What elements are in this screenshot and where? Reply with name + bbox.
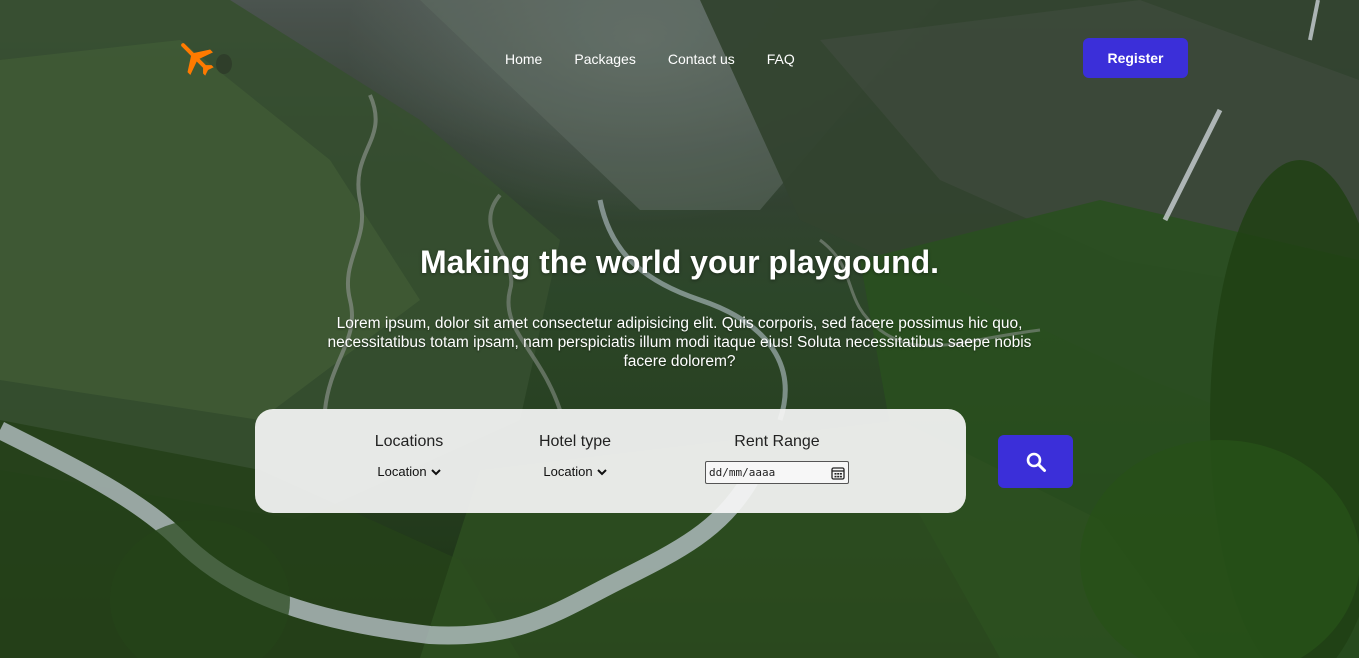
chevron-down-icon [596, 468, 607, 475]
logo[interactable] [176, 38, 240, 82]
locations-label: Locations [374, 433, 444, 450]
register-button[interactable]: Register [1083, 38, 1188, 78]
calendar-icon[interactable] [831, 466, 845, 480]
main-nav: Home Packages Contact us FAQ [505, 50, 795, 68]
airplane-icon [181, 43, 232, 76]
hero-description: Lorem ipsum, dolor sit amet consectetur … [327, 315, 1032, 370]
date-placeholder: dd/mm/aaaa [709, 466, 776, 479]
locations-select-value: Location [377, 464, 427, 479]
rent-range-field: Rent Range dd/mm/aaaa [705, 433, 849, 484]
nav-link-home[interactable]: Home [505, 50, 542, 68]
chevron-down-icon [430, 468, 441, 475]
hero-title: Making the world your playgound. [419, 244, 940, 280]
hotel-type-label: Hotel type [538, 433, 612, 450]
hotel-type-field: Hotel type Location [533, 433, 617, 481]
search-panel: Locations Location Hotel type Location R… [255, 409, 966, 513]
nav-link-faq[interactable]: FAQ [767, 50, 795, 68]
locations-select[interactable]: Location [377, 464, 441, 479]
search-button[interactable] [998, 435, 1073, 488]
locations-field: Locations Location [363, 433, 455, 481]
nav-link-packages[interactable]: Packages [574, 50, 635, 68]
rent-date-input[interactable]: dd/mm/aaaa [705, 461, 849, 484]
nav-link-contact[interactable]: Contact us [668, 50, 735, 68]
hotel-type-select[interactable]: Location [543, 464, 607, 479]
search-icon [1026, 452, 1046, 472]
hotel-type-select-value: Location [543, 464, 593, 479]
rent-range-label: Rent Range [734, 433, 820, 450]
